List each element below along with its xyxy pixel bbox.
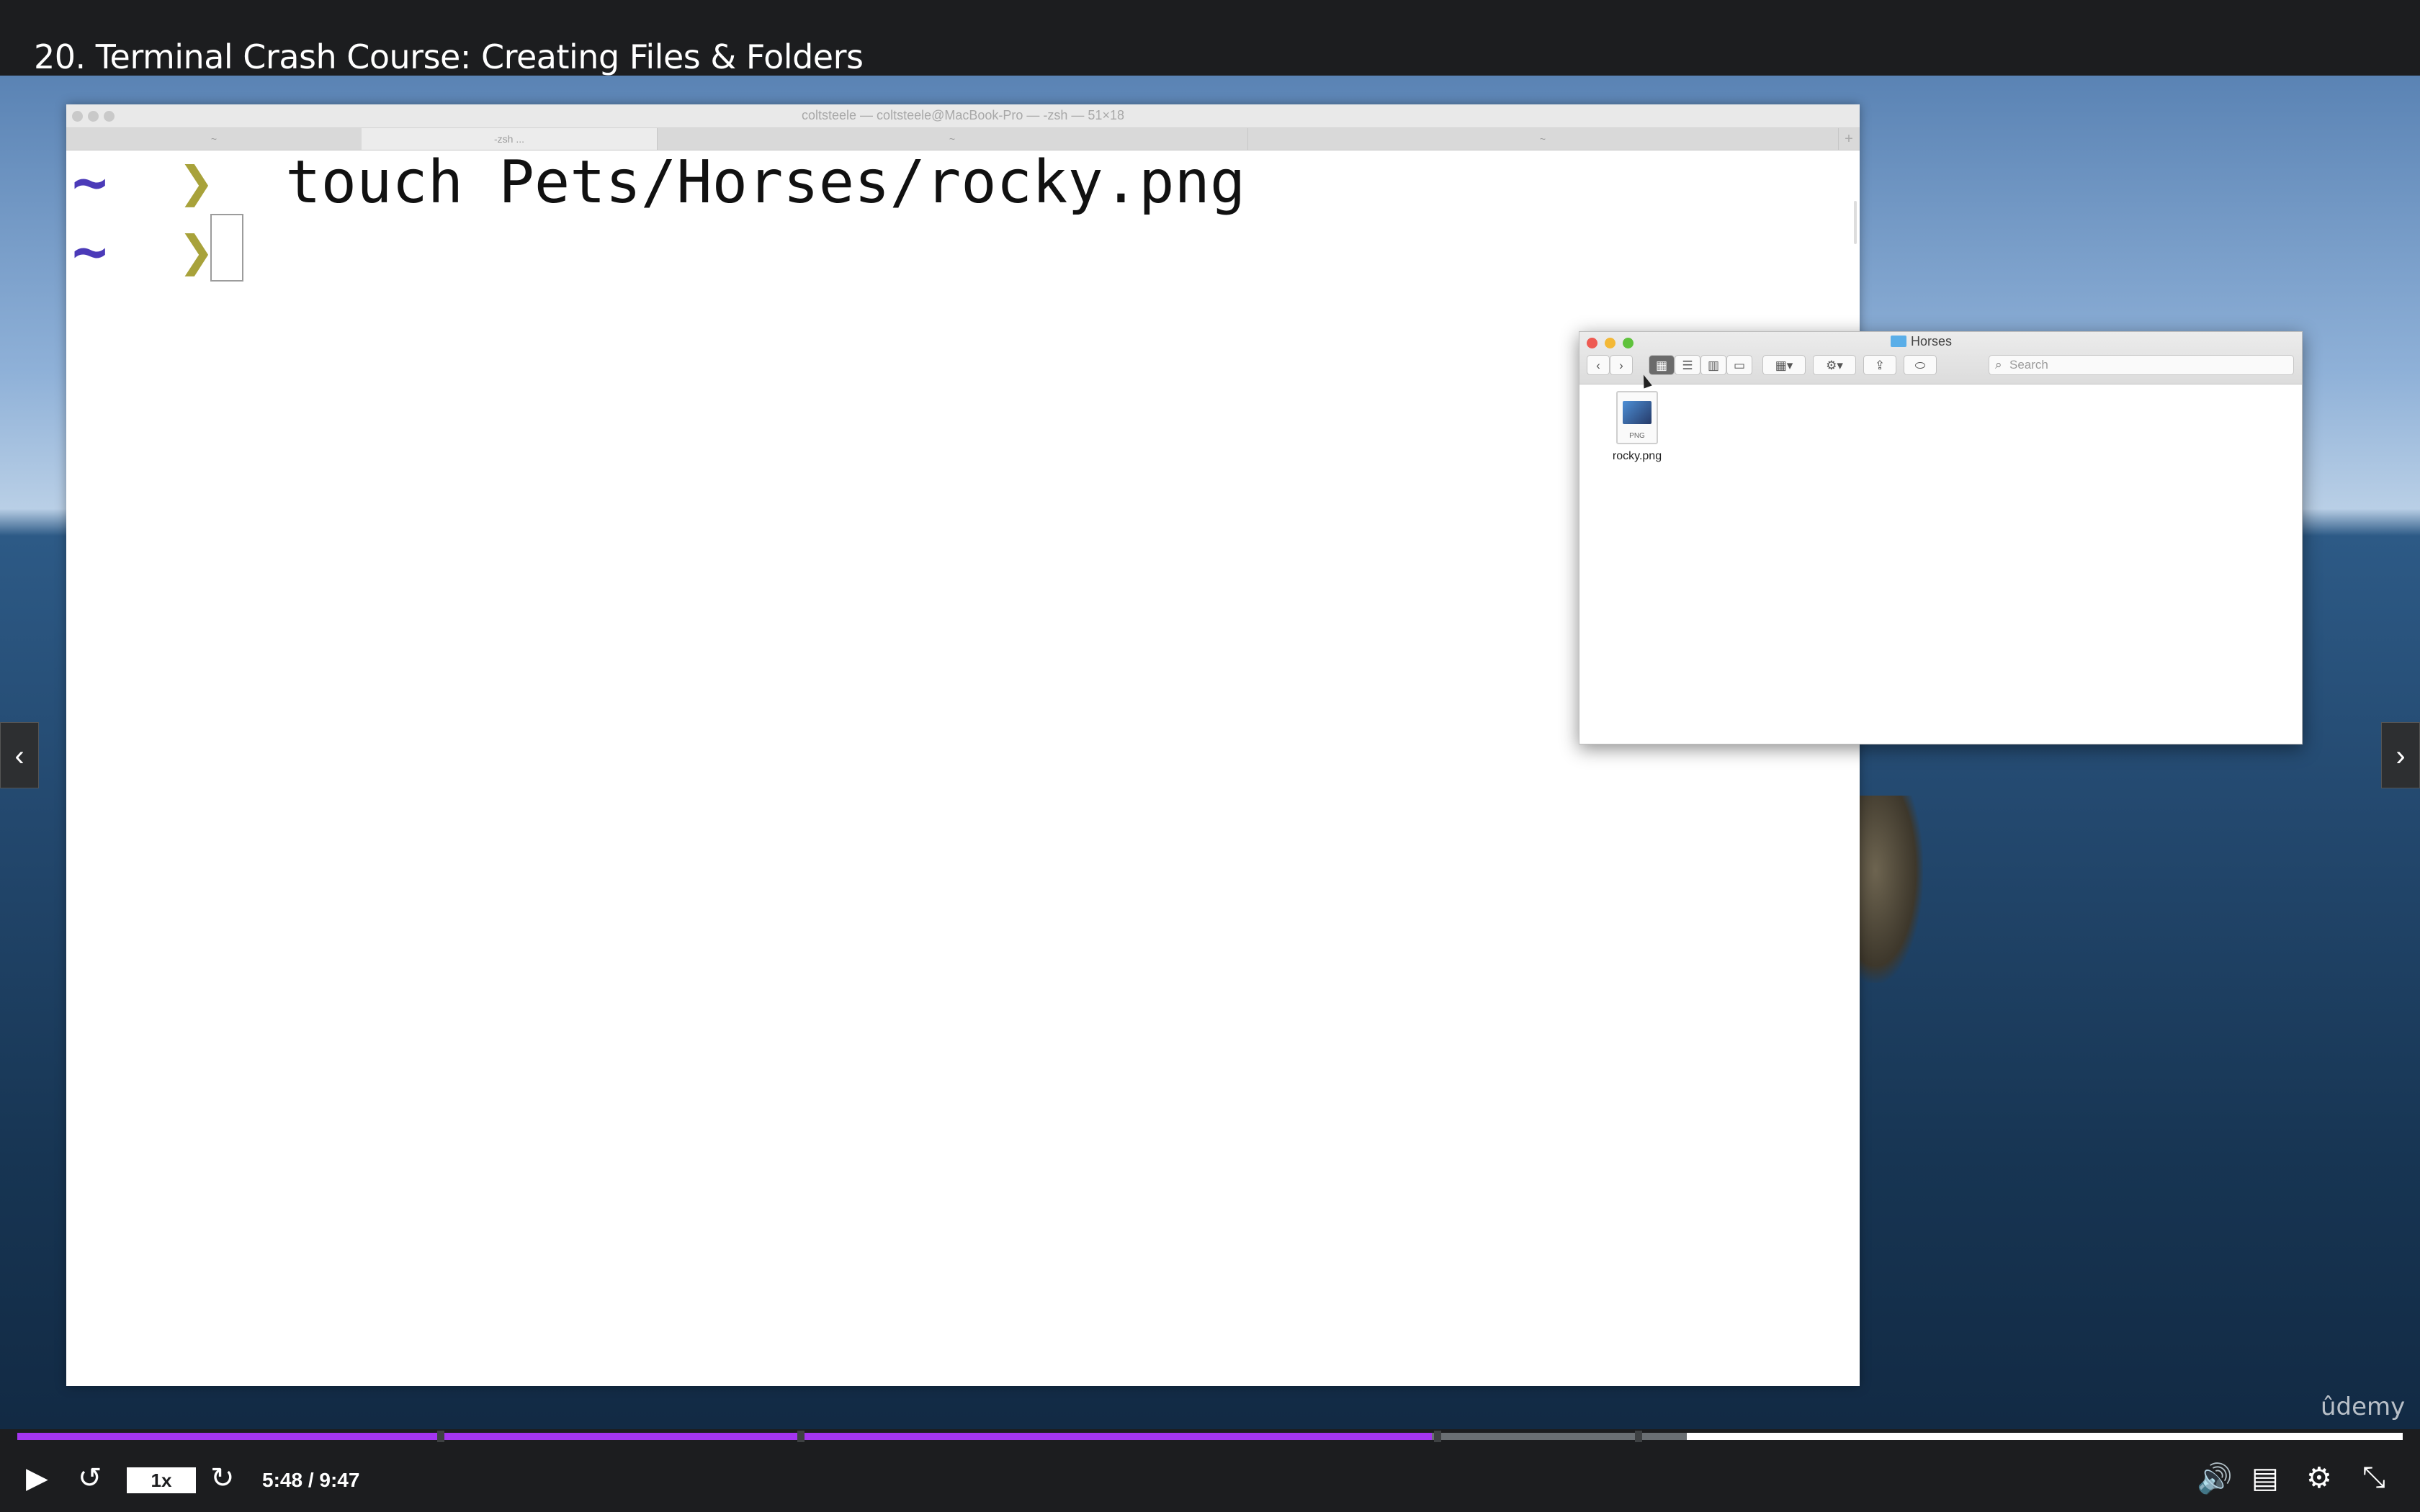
png-file-icon: PNG xyxy=(1616,391,1658,444)
zoom-icon xyxy=(1623,338,1634,348)
action-gear-button: ⚙▾ xyxy=(1813,355,1856,375)
icon-view-button: ▦ xyxy=(1649,355,1675,375)
terminal-line: ~ ❯ touch Pets/Horses/rocky.png xyxy=(72,150,1245,215)
prompt-arrow: ❯ xyxy=(179,148,215,217)
terminal-tab: ~ xyxy=(657,128,1248,150)
finder-title-text: Horses xyxy=(1911,334,1953,348)
time-display: 5:48 / 9:47 xyxy=(262,1469,360,1491)
chapter-marker xyxy=(797,1431,805,1442)
volume-icon[interactable]: 🔊 xyxy=(2197,1462,2233,1495)
chapter-marker xyxy=(1634,1431,1642,1442)
text-cursor xyxy=(210,214,243,282)
terminal-line: ~ ❯ xyxy=(72,220,215,284)
forward-icon[interactable]: ↻ xyxy=(210,1462,235,1495)
finder-title: Horses xyxy=(1891,334,1953,349)
terminal-window: coltsteele — coltsteele@MacBook-Pro — -z… xyxy=(66,104,1860,1386)
terminal-tab: ~ xyxy=(1247,128,1839,150)
terminal-titlebar: coltsteele — coltsteele@MacBook-Pro — -z… xyxy=(66,104,1860,128)
next-lecture-button[interactable]: › xyxy=(2381,722,2420,788)
share-button: ⇪ xyxy=(1863,355,1896,375)
column-view-button: ▥ xyxy=(1700,355,1726,375)
captions-icon[interactable]: ▤ xyxy=(2251,1462,2279,1495)
tag-button: ⬭ xyxy=(1904,355,1937,375)
terminal-tab-bar: ~ -zsh ... ~ ~ + xyxy=(66,128,1860,150)
exit-fullscreen-icon[interactable]: ⤡ xyxy=(2362,1462,2385,1494)
udemy-logo: ûdemy xyxy=(2321,1392,2406,1421)
file-thumbnail xyxy=(1623,401,1652,424)
finder-window: Horses ‹ › ▦ ☰ ▥ ▭ ▦▾ ⚙▾ ⇪ ⬭ ⌕ Search PN… xyxy=(1579,331,2303,744)
rewind-icon[interactable]: ↺ xyxy=(78,1462,102,1495)
finder-toolbar: Horses ‹ › ▦ ☰ ▥ ▭ ▦▾ ⚙▾ ⇪ ⬭ ⌕ Search xyxy=(1579,332,2302,384)
chapter-marker xyxy=(436,1431,444,1442)
top-bar: 20. Terminal Crash Course: Creating File… xyxy=(0,0,2420,76)
terminal-scrollbar xyxy=(1854,201,1857,244)
terminal-tab: ~ xyxy=(66,128,362,150)
gallery-view-button: ▭ xyxy=(1726,355,1752,375)
add-tab-button: + xyxy=(1845,131,1853,147)
gear-icon[interactable]: ⚙ xyxy=(2306,1462,2332,1495)
group-button: ▦▾ xyxy=(1762,355,1806,375)
forward-button: › xyxy=(1610,355,1633,375)
back-button: ‹ xyxy=(1587,355,1610,375)
terminal-title: coltsteele — coltsteele@MacBook-Pro — -z… xyxy=(802,108,1124,122)
lecture-title: 20. Terminal Crash Course: Creating File… xyxy=(34,37,864,76)
player-controls: ▶ ↺ 1x ↻ 5:48 / 9:47 🔊 ▤ ⚙ ⤡ xyxy=(0,1447,2420,1512)
terminal-tab-active: -zsh ... xyxy=(362,128,658,150)
playback-speed-button[interactable]: 1x xyxy=(127,1467,196,1493)
close-icon xyxy=(1587,338,1597,348)
file-name: rocky.png xyxy=(1612,450,1662,462)
chapter-marker xyxy=(1434,1431,1442,1442)
search-icon: ⌕ xyxy=(1995,358,2002,372)
prompt-arrow: ❯ xyxy=(179,217,215,286)
list-view-button: ☰ xyxy=(1675,355,1700,375)
search-placeholder: Search xyxy=(2009,358,2048,372)
terminal-command: touch Pets/Horses/rocky.png xyxy=(285,148,1246,217)
file-item: PNG rocky.png xyxy=(1601,391,1673,463)
minimize-icon xyxy=(1605,338,1615,348)
prompt-tilde: ~ xyxy=(72,148,108,217)
prev-lecture-button[interactable]: ‹ xyxy=(0,722,39,788)
progress-bar[interactable] xyxy=(17,1431,2403,1442)
play-icon[interactable]: ▶ xyxy=(26,1462,48,1495)
prompt-tilde: ~ xyxy=(72,217,108,286)
folder-icon xyxy=(1891,336,1906,347)
search-input: ⌕ Search xyxy=(1989,355,2294,375)
progress-played xyxy=(17,1433,1433,1440)
file-ext: PNG xyxy=(1629,432,1645,440)
